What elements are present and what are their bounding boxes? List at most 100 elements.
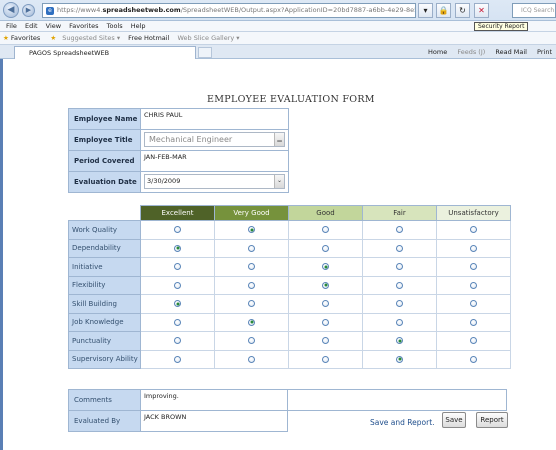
rating-radio[interactable] [322, 281, 329, 289]
menu-tools[interactable]: Tools [107, 22, 123, 30]
rating-row-label: Flexibility [68, 275, 141, 295]
column-header-excellent: Excellent [140, 205, 215, 221]
add-favorite-icon[interactable]: ★ [50, 34, 56, 42]
browser-chrome: ◀ ▶ e https://www4.spreadsheetweb.com/Sp… [0, 0, 556, 59]
comments-field[interactable]: Improving. [140, 389, 288, 411]
rating-radio[interactable] [322, 318, 329, 326]
rating-radio[interactable] [248, 318, 255, 326]
save-and-report-text: Save and Report. [370, 418, 435, 427]
rating-radio[interactable] [396, 337, 403, 345]
rating-radio[interactable] [396, 244, 403, 252]
print-button[interactable]: Print [537, 48, 552, 56]
rating-radio[interactable] [248, 263, 255, 271]
comments-label: Comments [68, 389, 141, 411]
rating-radio[interactable] [174, 244, 181, 252]
rating-radio[interactable] [470, 226, 477, 234]
rating-radio[interactable] [396, 355, 403, 363]
rating-radio[interactable] [174, 300, 181, 308]
save-button[interactable]: Save [442, 412, 466, 428]
favorites-bar: ★ Favorites ★ Suggested Sites ▾ Free Hot… [0, 32, 556, 45]
rating-radio[interactable] [322, 355, 329, 363]
rating-radio[interactable] [396, 263, 403, 271]
rating-radio[interactable] [174, 226, 181, 234]
rating-cell [288, 257, 363, 277]
back-icon[interactable]: ◀ [3, 2, 19, 18]
rating-radio[interactable] [396, 226, 403, 234]
rating-radio[interactable] [174, 355, 181, 363]
rating-cell [214, 275, 289, 295]
employee-info-table: Employee Name CHRIS PAUL Employee Title … [68, 108, 289, 193]
rating-cell [362, 349, 437, 369]
rating-radio[interactable] [470, 300, 477, 308]
rating-radio[interactable] [396, 281, 403, 289]
evaluated-by-label: Evaluated By [68, 410, 141, 432]
rating-radio[interactable] [174, 281, 181, 289]
tab-pagos-spreadsheetweb[interactable]: PAGOS SpreadsheetWEB [14, 46, 196, 59]
rating-radio[interactable] [470, 244, 477, 252]
menu-help[interactable]: Help [131, 22, 146, 30]
employee-title-cell: Mechanical Engineer ▁ [140, 129, 289, 151]
period-covered-label: Period Covered [68, 150, 141, 172]
report-button[interactable]: Report [476, 412, 508, 428]
rating-cell [140, 312, 215, 332]
rating-radio[interactable] [322, 300, 329, 308]
rating-cell [436, 312, 511, 332]
rating-cell [140, 331, 215, 351]
suggested-sites-link[interactable]: Suggested Sites ▾ [62, 34, 120, 42]
period-covered-field[interactable]: JAN-FEB-MAR [140, 150, 289, 172]
rating-cell [140, 349, 215, 369]
home-button[interactable]: Home [428, 48, 447, 56]
employee-title-select[interactable]: Mechanical Engineer ▁ [144, 132, 285, 147]
rating-cell [214, 238, 289, 258]
rating-radio[interactable] [174, 263, 181, 271]
menu-edit[interactable]: Edit [25, 22, 38, 30]
rating-radio[interactable] [396, 318, 403, 326]
rating-radio[interactable] [248, 355, 255, 363]
rating-radio[interactable] [470, 355, 477, 363]
rating-radio[interactable] [470, 263, 477, 271]
rating-row-label: Skill Building [68, 294, 141, 314]
rating-radio[interactable] [396, 300, 403, 308]
lock-icon[interactable]: 🔒 [436, 3, 451, 18]
comments-field-extension[interactable] [287, 389, 507, 411]
chevron-down-icon[interactable]: ⌄ [274, 175, 284, 188]
stop-icon[interactable]: ✕ [474, 3, 489, 18]
menu-file[interactable]: File [6, 22, 17, 30]
rating-cell [436, 220, 511, 240]
rating-radio[interactable] [470, 337, 477, 345]
menu-view[interactable]: View [46, 22, 61, 30]
evaluated-by-field[interactable]: JACK BROWN [140, 410, 288, 432]
search-input[interactable]: ICQ Search [512, 3, 556, 18]
rating-cell [362, 275, 437, 295]
dropdown-icon[interactable]: ▾ [418, 3, 433, 18]
rating-radio[interactable] [248, 281, 255, 289]
chevron-down-icon[interactable]: ▁ [274, 133, 284, 146]
rating-radio[interactable] [470, 281, 477, 289]
rating-radio[interactable] [322, 226, 329, 234]
forward-icon[interactable]: ▶ [22, 4, 35, 17]
rating-radio[interactable] [248, 226, 255, 234]
menu-favorites[interactable]: Favorites [69, 22, 98, 30]
rating-radio[interactable] [248, 300, 255, 308]
column-header-very-good: Very Good [214, 205, 289, 221]
rating-radio[interactable] [322, 263, 329, 271]
refresh-icon[interactable]: ↻ [455, 3, 470, 18]
employee-name-field[interactable]: CHRIS PAUL [140, 108, 289, 130]
page-left-border [0, 59, 3, 450]
new-tab-button[interactable] [198, 47, 212, 58]
rating-radio[interactable] [248, 244, 255, 252]
rating-radio[interactable] [470, 318, 477, 326]
address-bar[interactable]: e https://www4.spreadsheetweb.com/Spread… [42, 3, 416, 18]
feeds-button[interactable]: Feeds (J) [457, 48, 485, 56]
web-slice-gallery-link[interactable]: Web Slice Gallery ▾ [177, 34, 239, 42]
rating-radio[interactable] [248, 337, 255, 345]
rating-radio[interactable] [322, 337, 329, 345]
evaluation-date-select[interactable]: 3/30/2009 ⌄ [144, 174, 285, 189]
evaluation-date-cell: 3/30/2009 ⌄ [140, 171, 289, 193]
rating-radio[interactable] [174, 318, 181, 326]
rating-radio[interactable] [174, 337, 181, 345]
free-hotmail-link[interactable]: Free Hotmail [128, 34, 169, 42]
read-mail-button[interactable]: Read Mail [495, 48, 527, 56]
rating-radio[interactable] [322, 244, 329, 252]
favorites-button[interactable]: Favorites [11, 34, 40, 42]
